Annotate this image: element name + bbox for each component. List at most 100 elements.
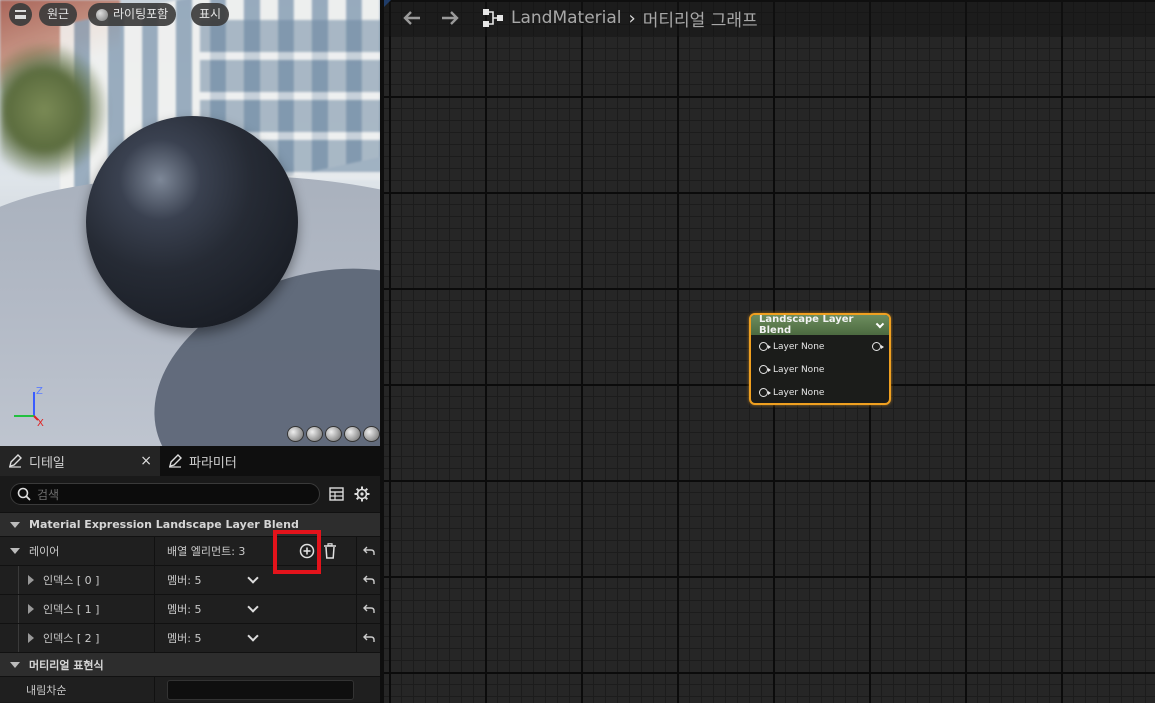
viewport-menu-button[interactable] (9, 3, 32, 26)
collapse-arrow-icon[interactable] (10, 661, 20, 668)
array-elements-count: 배열 엘리먼트: 3 (167, 545, 246, 558)
close-icon[interactable]: × (140, 453, 152, 469)
tree-guide-line (18, 624, 19, 652)
back-arrow-icon[interactable] (398, 6, 426, 30)
layer-index-value-cell[interactable]: 멤버: 5 (155, 595, 356, 623)
collapse-arrow-icon[interactable] (10, 521, 20, 528)
layer-index-row: 인덱스 [ 1 ] 멤버: 5 (0, 594, 380, 623)
tree-guide-line (18, 566, 19, 594)
input-pin-icon[interactable] (759, 365, 771, 374)
trash-icon[interactable] (323, 543, 337, 559)
undo-icon (362, 575, 375, 584)
node-title: Landscape Layer Blend (759, 314, 854, 336)
chevron-down-icon[interactable] (876, 319, 885, 328)
members-count: 멤버: 5 (167, 603, 202, 616)
cube-shape-icon[interactable] (344, 426, 361, 442)
node-title-bar[interactable]: Landscape Layer Blend (751, 314, 889, 336)
expand-arrow-icon[interactable] (28, 575, 34, 585)
desc-label: 내림차순 (26, 683, 67, 697)
settings-button[interactable] (352, 484, 372, 504)
chevron-down-icon[interactable] (247, 601, 260, 613)
layer-index-value-cell[interactable]: 멤버: 5 (155, 624, 356, 652)
teapot-shape-icon[interactable] (363, 426, 380, 442)
expand-arrow-icon[interactable] (28, 633, 34, 643)
collapse-arrow-icon[interactable] (10, 548, 20, 554)
pin-label: Layer None (773, 341, 825, 352)
chevron-down-icon[interactable] (247, 572, 260, 584)
axis-z-label: Z (36, 386, 43, 397)
forward-arrow-icon[interactable] (436, 6, 464, 30)
category-header[interactable]: 머티리얼 표현식 (0, 652, 380, 676)
viewport-trees (0, 40, 110, 180)
layer-index-value-cell[interactable]: 멤버: 5 (155, 566, 356, 594)
add-element-highlight (273, 530, 321, 574)
table-view-button[interactable] (326, 484, 346, 504)
layer-index-label: 인덱스 [ 0 ] (43, 574, 100, 587)
hamburger-icon (15, 10, 26, 19)
preview-viewport[interactable]: 원근 라이팅포함 표시 Z X (0, 0, 384, 446)
breadcrumb: LandMaterial › 머티리얼 그래프 (482, 6, 758, 31)
material-graph-canvas[interactable]: LandMaterial › 머티리얼 그래프 Landscape Layer … (384, 0, 1155, 703)
members-count: 멤버: 5 (167, 632, 202, 645)
layer-index-row: 인덱스 [ 0 ] 멤버: 5 (0, 565, 380, 594)
tab-details-label: 디테일 (29, 455, 65, 471)
table-icon (329, 487, 344, 501)
reset-to-default-button[interactable] (356, 537, 380, 565)
desc-name-cell: 내림차순 (0, 677, 155, 702)
input-pin-icon[interactable] (759, 342, 771, 351)
layers-property-row: 레이어 배열 엘리먼트: 3 (0, 536, 380, 565)
breadcrumb-graph[interactable]: 머티리얼 그래프 (643, 6, 758, 31)
graph-icon (483, 9, 503, 27)
perspective-button[interactable]: 원근 (39, 3, 78, 26)
output-pin-icon[interactable] (872, 342, 884, 351)
details-tab-bar: 디테일 × 파라미터 (0, 446, 380, 476)
reset-to-default-button[interactable] (356, 624, 380, 652)
lit-sphere-icon (96, 8, 108, 21)
lighting-mode-label: 라이팅포함 (113, 7, 169, 21)
input-pin-icon[interactable] (759, 388, 771, 397)
sphere-shape-icon[interactable] (306, 426, 323, 442)
layers-name-cell: 레이어 (0, 537, 155, 565)
category-title: 머티리얼 표현식 (29, 658, 104, 672)
layer-index-label: 인덱스 [ 1 ] (43, 603, 100, 616)
layer-index-row: 인덱스 [ 2 ] 멤버: 5 (0, 623, 380, 652)
tab-parameters[interactable]: 파라미터 (160, 446, 245, 476)
expand-arrow-icon[interactable] (28, 604, 34, 614)
search-icon (17, 487, 31, 501)
undo-icon (362, 633, 375, 642)
tab-details[interactable]: 디테일 × (0, 446, 160, 476)
tab-parameters-label: 파라미터 (189, 455, 237, 471)
preview-shape-tray (287, 426, 380, 442)
search-row: 검색 (0, 476, 380, 512)
reset-to-default-button[interactable] (356, 566, 380, 594)
reset-to-default-button[interactable] (356, 595, 380, 623)
axis-x-label: X (37, 418, 44, 428)
chevron-right-icon: › (628, 7, 636, 29)
graph-header: LandMaterial › 머티리얼 그래프 (384, 0, 1155, 36)
pencil-icon (169, 454, 182, 468)
layer-index-label: 인덱스 [ 2 ] (43, 632, 100, 645)
layers-value-cell: 배열 엘리먼트: 3 (155, 537, 356, 565)
breadcrumb-asset[interactable]: LandMaterial (511, 8, 622, 28)
desc-property-row: 내림차순 (0, 676, 380, 702)
details-panel: 디테일 × 파라미터 검색 Material Expression Landsc… (0, 446, 384, 703)
lighting-mode-button[interactable]: 라이팅포함 (88, 3, 177, 26)
node-pin-row: Layer None (751, 358, 889, 381)
tree-guide-line (18, 595, 19, 623)
desc-text-field[interactable] (167, 679, 354, 700)
perspective-label: 원근 (47, 7, 70, 21)
show-label: 표시 (199, 7, 222, 21)
gear-icon (354, 486, 370, 502)
pencil-icon (9, 454, 22, 468)
plane-shape-icon[interactable] (325, 426, 342, 442)
pin-label: Layer None (773, 387, 825, 398)
members-count: 멤버: 5 (167, 574, 202, 587)
chevron-down-icon[interactable] (247, 630, 260, 642)
cylinder-shape-icon[interactable] (287, 426, 304, 442)
category-header[interactable]: Material Expression Landscape Layer Blen… (0, 512, 380, 536)
undo-icon (362, 546, 375, 555)
show-button[interactable]: 표시 (191, 3, 230, 26)
preview-sphere (86, 116, 298, 328)
search-input[interactable]: 검색 (10, 483, 321, 505)
landscape-layer-blend-node[interactable]: Landscape Layer Blend Layer None Layer N… (749, 313, 891, 405)
